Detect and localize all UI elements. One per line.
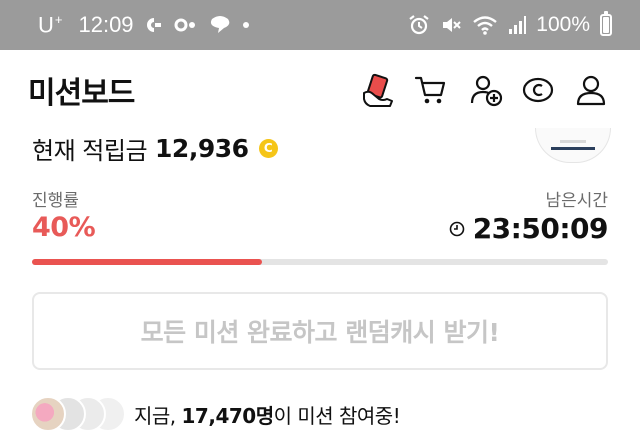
balance-value: 12,936 [155, 133, 249, 163]
progress-value: 40% [32, 212, 96, 243]
app-header: 미션보드 [0, 50, 640, 128]
progress-label: 진행률 [32, 191, 79, 211]
progress-bar [32, 259, 608, 265]
status-bar: U+ 12:09 100% [0, 0, 640, 50]
progress-bar-fill [32, 259, 263, 265]
alarm-icon [408, 14, 430, 36]
participants-row: 지금, 17,470명이 미션 참여중! [30, 394, 401, 434]
carrier-label: U+ [38, 11, 63, 38]
status-right: 100% [408, 11, 612, 37]
cart-icon[interactable] [411, 70, 451, 110]
balance-row: 현재 적립금 12,936 C [32, 128, 278, 168]
coin-c-icon[interactable] [518, 70, 558, 110]
clock-icon [449, 221, 465, 237]
coin-icon: C [258, 138, 278, 158]
participants-count: 17,470명 [181, 403, 275, 428]
balance-label: 현재 적립금 [32, 136, 148, 165]
event-banner-thumbnail[interactable] [535, 128, 611, 163]
chat-icon [208, 15, 232, 35]
hand-card-icon[interactable] [358, 70, 398, 110]
add-friend-icon[interactable] [466, 70, 506, 110]
status-time: 12:09 [78, 11, 134, 37]
mute-icon [440, 14, 462, 36]
battery-icon [600, 11, 612, 36]
participants-text: 지금, 17,470명이 미션 참여중! [134, 403, 401, 428]
remaining-time-value: 23:50:09 [472, 212, 609, 245]
claim-random-cash-button[interactable]: 모든 미션 완료하고 랜덤캐시 받기! [32, 292, 608, 370]
pay-icon [144, 16, 164, 34]
status-left: U+ 12:09 [38, 12, 250, 38]
battery-percent: 100% [536, 13, 590, 36]
avatar-stack [30, 394, 126, 434]
link-icon [174, 16, 198, 34]
page-title: 미션보드 [28, 76, 135, 111]
remaining-time-label: 남은시간 [545, 191, 608, 211]
wifi-icon [472, 14, 498, 36]
profile-icon[interactable] [571, 70, 611, 110]
signal-icon [508, 15, 527, 35]
dot-icon [242, 21, 250, 29]
remaining-timer: 23:50:09 [449, 212, 609, 245]
avatar [30, 396, 66, 432]
